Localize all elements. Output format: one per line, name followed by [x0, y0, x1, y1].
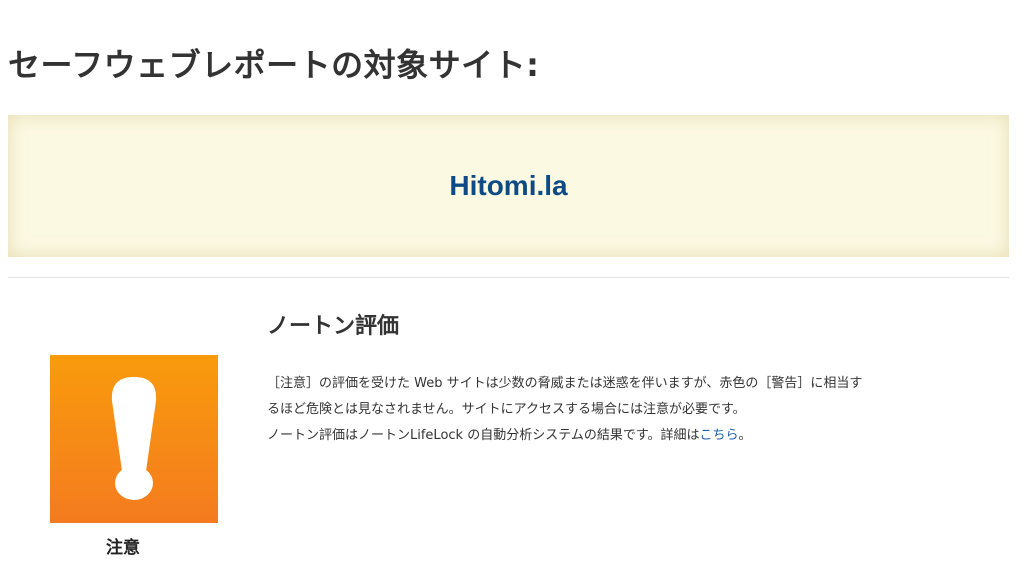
- norton-rating-heading: ノートン評価: [267, 314, 400, 339]
- site-banner: Hitomi.la: [8, 115, 1009, 257]
- description-text: 。: [738, 428, 752, 443]
- exclamation-icon: [111, 377, 157, 500]
- caution-rating-badge: [50, 355, 218, 523]
- page-title: セーフウェブレポートの対象サイト:: [8, 46, 540, 84]
- details-link[interactable]: こちら: [700, 428, 739, 443]
- description-text: ノートン評価はノートンLifeLock の自動分析システムの結果です。詳細は: [267, 428, 700, 443]
- description-line: ノートン評価はノートンLifeLock の自動分析システムの結果です。詳細はこち…: [267, 423, 947, 449]
- site-name-link[interactable]: Hitomi.la: [449, 170, 567, 202]
- rating-description: ［注意］の評価を受けた Web サイトは少数の脅威または迷惑を伴いますが、赤色の…: [267, 371, 947, 449]
- divider: [8, 277, 1009, 278]
- description-line: るほど危険とは見なされません。サイトにアクセスする場合には注意が必要です。: [267, 402, 746, 417]
- rating-label: 注意: [106, 538, 140, 558]
- description-line: ［注意］の評価を受けた Web サイトは少数の脅威または迷惑を伴いますが、赤色の…: [267, 376, 863, 391]
